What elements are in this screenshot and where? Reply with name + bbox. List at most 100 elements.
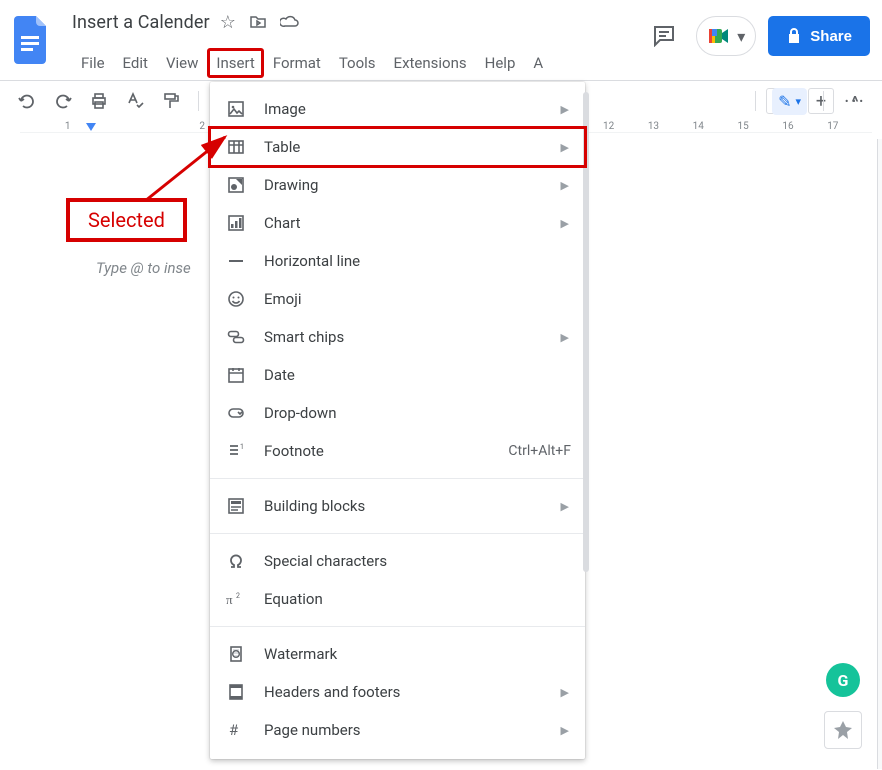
insert-footnote[interactable]: 1 Footnote Ctrl+Alt+F xyxy=(210,432,585,470)
collapse-toolbar-button[interactable]: ^ xyxy=(840,86,870,116)
menu-item-label: Table xyxy=(264,138,300,156)
insert-drawing[interactable]: Drawing ▶ xyxy=(210,166,585,204)
submenu-arrow-icon: ▶ xyxy=(561,217,569,230)
submenu-arrow-icon: ▶ xyxy=(561,179,569,192)
hline-icon xyxy=(226,251,246,271)
explore-button[interactable] xyxy=(824,711,862,749)
share-button[interactable]: Share xyxy=(768,16,870,56)
move-icon[interactable] xyxy=(250,12,266,33)
svg-text:1: 1 xyxy=(240,443,244,451)
comment-history-button[interactable] xyxy=(644,16,684,56)
insert-chart[interactable]: Chart ▶ xyxy=(210,204,585,242)
dropdown-icon xyxy=(226,403,246,423)
docs-logo[interactable] xyxy=(12,14,52,66)
insert-headers-and-footers[interactable]: Headers and footers▶ xyxy=(210,673,585,711)
menu-item-label: Page numbers xyxy=(264,721,361,739)
submenu-arrow-icon: ▶ xyxy=(561,141,569,154)
chart-icon xyxy=(226,213,246,233)
menu-format[interactable]: Format xyxy=(264,48,330,78)
svg-text:2: 2 xyxy=(236,592,240,600)
grammarly-button[interactable]: G xyxy=(826,663,860,697)
submenu-arrow-icon: ▶ xyxy=(561,724,569,737)
date-icon xyxy=(226,365,246,385)
image-icon xyxy=(226,99,246,119)
ruler-tick xyxy=(20,121,65,132)
menu-item-label: Smart chips xyxy=(264,328,344,346)
svg-text:#: # xyxy=(229,721,239,739)
menu-separator xyxy=(210,626,585,627)
insert-date[interactable]: Date xyxy=(210,356,585,394)
redo-button[interactable] xyxy=(48,86,78,116)
menu-item-label: Chart xyxy=(264,214,301,232)
chips-icon xyxy=(226,327,246,347)
equation-icon: π2 xyxy=(226,589,246,609)
cloud-status-icon[interactable] xyxy=(280,12,300,33)
menu-item-label: Special characters xyxy=(264,552,387,570)
insert-emoji[interactable]: Emoji xyxy=(210,280,585,318)
print-button[interactable] xyxy=(84,86,114,116)
ruler-tick: 15 xyxy=(738,121,783,132)
separator xyxy=(755,91,756,111)
separator xyxy=(823,91,824,111)
insert-page-numbers[interactable]: # Page numbers ▶ xyxy=(210,711,585,749)
menu-tools[interactable]: Tools xyxy=(330,48,385,78)
submenu-arrow-icon: ▶ xyxy=(561,331,569,344)
submenu-arrow-icon: ▶ xyxy=(561,103,569,116)
editing-mode-button[interactable]: ✎ ▾ xyxy=(772,88,807,115)
menu-item-label: Image xyxy=(264,100,306,118)
ruler-tick: 1 xyxy=(65,121,110,132)
share-label: Share xyxy=(810,28,852,45)
insert-special-characters[interactable]: Special characters xyxy=(210,542,585,580)
watermark-icon xyxy=(226,644,246,664)
menu-extensions[interactable]: Extensions xyxy=(385,48,476,78)
chevron-down-icon: ▾ xyxy=(795,95,801,108)
spellcheck-button[interactable] xyxy=(120,86,150,116)
insert-smart-chips[interactable]: Smart chips ▶ xyxy=(210,318,585,356)
undo-button[interactable] xyxy=(12,86,42,116)
menu-item-label: Drop-down xyxy=(264,404,336,422)
insert-drop-down[interactable]: Drop-down xyxy=(210,394,585,432)
annotation-label: Selected xyxy=(66,198,187,242)
menu-item-label: Date xyxy=(264,366,295,384)
ruler-tick: 14 xyxy=(693,121,738,132)
menu-help[interactable]: Help xyxy=(476,48,525,78)
menubar: File Edit View Insert Format Tools Exten… xyxy=(72,48,552,78)
insert-watermark[interactable]: Watermark xyxy=(210,635,585,673)
insert-table[interactable]: Table ▶ xyxy=(210,128,585,166)
separator xyxy=(198,91,199,111)
insert-equation[interactable]: π2 Equation xyxy=(210,580,585,618)
ruler-tick: 12 xyxy=(603,121,648,132)
submenu-arrow-icon: ▶ xyxy=(561,500,569,513)
menu-item-label: Watermark xyxy=(264,645,337,663)
submenu-arrow-icon: ▶ xyxy=(561,686,569,699)
menu-item-label: Equation xyxy=(264,590,323,608)
menu-file[interactable]: File xyxy=(72,48,114,78)
insert-horizontal-line[interactable]: Horizontal line xyxy=(210,242,585,280)
ruler-tick: 17 xyxy=(827,121,872,132)
menu-item-label: Horizontal line xyxy=(264,252,360,270)
omega-icon xyxy=(226,551,246,571)
star-icon[interactable]: ☆ xyxy=(220,12,236,33)
menu-view[interactable]: View xyxy=(157,48,207,78)
menu-edit[interactable]: Edit xyxy=(114,48,157,78)
paint-format-button[interactable] xyxy=(156,86,186,116)
blocks-icon xyxy=(226,496,246,516)
menu-item-label: Footnote xyxy=(264,442,324,460)
svg-text:π: π xyxy=(226,592,233,607)
insert-building-blocks[interactable]: Building blocks ▶ xyxy=(210,487,585,525)
doc-title[interactable]: Insert a Calender xyxy=(72,12,210,33)
placeholder-hint: Type @ to inse xyxy=(96,259,191,277)
pagenum-icon: # xyxy=(226,720,246,740)
menu-item-label: Drawing xyxy=(264,176,318,194)
menu-accessibility[interactable]: A xyxy=(524,48,552,78)
headers-icon xyxy=(226,682,246,702)
meet-button[interactable]: ▾ xyxy=(696,16,756,56)
ruler-tick: 16 xyxy=(782,121,827,132)
ruler-tick: 13 xyxy=(648,121,693,132)
menu-insert[interactable]: Insert xyxy=(207,48,263,78)
footnote-icon: 1 xyxy=(226,441,246,461)
menu-item-label: Building blocks xyxy=(264,497,365,515)
insert-image[interactable]: Image ▶ xyxy=(210,90,585,128)
shortcut-label: Ctrl+Alt+F xyxy=(508,443,571,459)
pencil-icon: ✎ xyxy=(778,92,791,111)
